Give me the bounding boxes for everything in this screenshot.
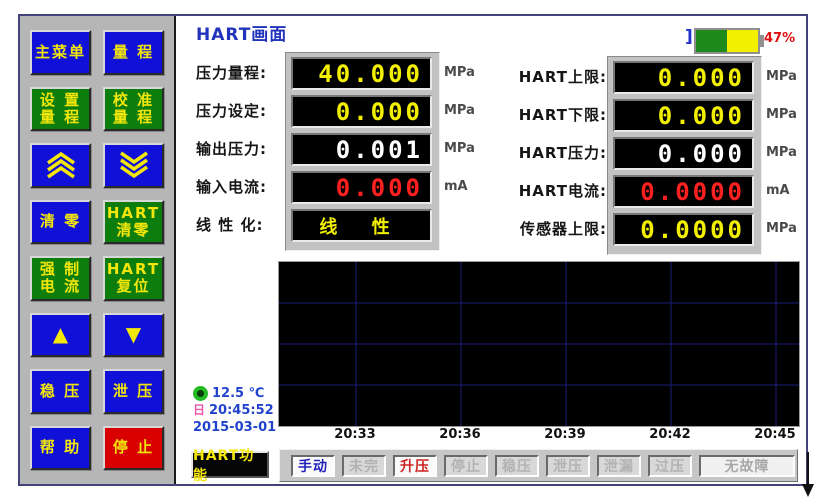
status-no-fault[interactable]: 无故障 [699, 455, 795, 477]
battery-icon [694, 28, 760, 54]
unit-mpa: MPa [444, 103, 475, 118]
triple-chevron-up-icon [41, 150, 81, 180]
sensor-upper-limit-display: 0.0000 [613, 213, 754, 246]
pressure-range-label: 压力量程: [196, 62, 267, 83]
output-pressure-label: 输出压力: [196, 138, 267, 159]
linearization-label: 线 性 化: [196, 214, 263, 235]
calibrate-range-button[interactable]: 校 准 量 程 [103, 87, 164, 132]
temperature-value: 12.5 ℃ [212, 385, 264, 402]
main-menu-button[interactable]: 主菜单 [30, 30, 91, 75]
unit-mpa: MPa [766, 69, 797, 84]
hart-function-button[interactable]: HART功能 [191, 451, 269, 478]
input-current-display: 0.000 [291, 171, 432, 204]
pressure-range-display: 40.000 [291, 57, 432, 90]
status-stopped[interactable]: 停止 [444, 455, 488, 477]
hart-upper-limit-label: HART上限: [495, 66, 607, 87]
output-pressure-display: 0.001 [291, 133, 432, 166]
trend-chart-grid [279, 262, 799, 426]
page-title: HART画面 [196, 20, 287, 45]
x-tick: 20:39 [544, 427, 585, 442]
scroll-up-button[interactable] [30, 143, 91, 188]
pressure-setpoint-label: 压力设定: [196, 100, 267, 121]
unit-mpa: MPa [444, 65, 475, 80]
hart-pressure-display: 0.000 [613, 137, 754, 170]
status-label: 无故障 [725, 456, 770, 476]
calendar-icon: 日 [193, 402, 205, 419]
status-label: 泄漏 [604, 456, 634, 476]
sidebar-button-panel: 主菜单 量 程 设 置 量 程 校 准 量 程 清 零 HART 清零 强 制 … [20, 16, 176, 484]
sensor-upper-limit-label: 传感器上限: [495, 218, 607, 239]
x-tick: 20:42 [649, 427, 690, 442]
triangle-down-icon: ▼ [126, 323, 141, 346]
temperature-icon [193, 386, 208, 401]
status-label: 泄压 [553, 456, 583, 476]
unit-mpa: MPa [766, 107, 797, 122]
battery-level-yellow [727, 30, 758, 52]
unit-mpa: MPa [444, 141, 475, 156]
stabilize-pressure-button[interactable]: 稳 压 [30, 369, 91, 414]
set-range-button[interactable]: 设 置 量 程 [30, 87, 91, 132]
trend-chart [278, 261, 800, 427]
status-label: 手动 [298, 456, 328, 476]
unit-mpa: MPa [766, 145, 797, 160]
status-bar: 手动 未完 升压 停止 稳压 泄压 泄漏 过压 无故障 [279, 449, 798, 482]
hart-lower-limit-display: 0.000 [613, 99, 754, 132]
triple-chevron-down-icon [114, 150, 154, 180]
increase-button[interactable]: ▲ [30, 313, 91, 358]
unit-ma: mA [444, 179, 468, 194]
scroll-down-button[interactable] [103, 143, 164, 188]
status-stabilizing[interactable]: 稳压 [495, 455, 539, 477]
status-label: 升压 [400, 456, 430, 476]
unit-ma: mA [766, 183, 790, 198]
force-current-button[interactable]: 强 制 电 流 [30, 256, 91, 301]
datetime-info: 12.5 ℃ 日 20:45:52 2015-03-01 [193, 385, 276, 436]
status-releasing[interactable]: 泄压 [546, 455, 590, 477]
status-label: 停止 [451, 456, 481, 476]
hart-current-display: 0.0000 [613, 175, 754, 208]
battery-bracket: ] [685, 27, 693, 47]
input-current-label: 输入电流: [196, 176, 267, 197]
status-label: 稳压 [502, 456, 532, 476]
zero-button[interactable]: 清 零 [30, 200, 91, 245]
x-tick: 20:36 [439, 427, 480, 442]
decrease-button[interactable]: ▼ [103, 313, 164, 358]
hart-upper-limit-display: 0.000 [613, 61, 754, 94]
triangle-up-icon: ▲ [53, 323, 68, 346]
release-pressure-button[interactable]: 泄 压 [103, 369, 164, 414]
range-button[interactable]: 量 程 [103, 30, 164, 75]
status-label: 过压 [655, 456, 685, 476]
hart-pressure-label: HART压力: [495, 142, 607, 163]
pressure-setpoint-display: 0.000 [291, 95, 432, 128]
hart-reset-button[interactable]: HART 复位 [103, 256, 164, 301]
status-unfinished[interactable]: 未完 [342, 455, 386, 477]
hart-zero-button[interactable]: HART 清零 [103, 200, 164, 245]
status-manual[interactable]: 手动 [291, 455, 335, 477]
status-label: 未完 [349, 456, 379, 476]
battery-level-green [696, 30, 727, 52]
battery-percent: 47% [764, 31, 795, 46]
hart-current-label: HART电流: [495, 180, 607, 201]
x-tick: 20:45 [754, 427, 795, 442]
time-value: 20:45:52 [209, 402, 274, 419]
date-value: 2015-03-01 [193, 419, 276, 436]
cursor-down-arrow-icon [799, 450, 817, 504]
x-tick: 20:33 [334, 427, 375, 442]
help-button[interactable]: 帮 助 [30, 426, 91, 471]
status-pressurizing[interactable]: 升压 [393, 455, 437, 477]
status-overpressure[interactable]: 过压 [648, 455, 692, 477]
unit-mpa: MPa [766, 221, 797, 236]
stop-button[interactable]: 停 止 [103, 426, 164, 471]
linearization-display: 线 性 [291, 209, 432, 242]
status-leak[interactable]: 泄漏 [597, 455, 641, 477]
hart-lower-limit-label: HART下限: [495, 104, 607, 125]
